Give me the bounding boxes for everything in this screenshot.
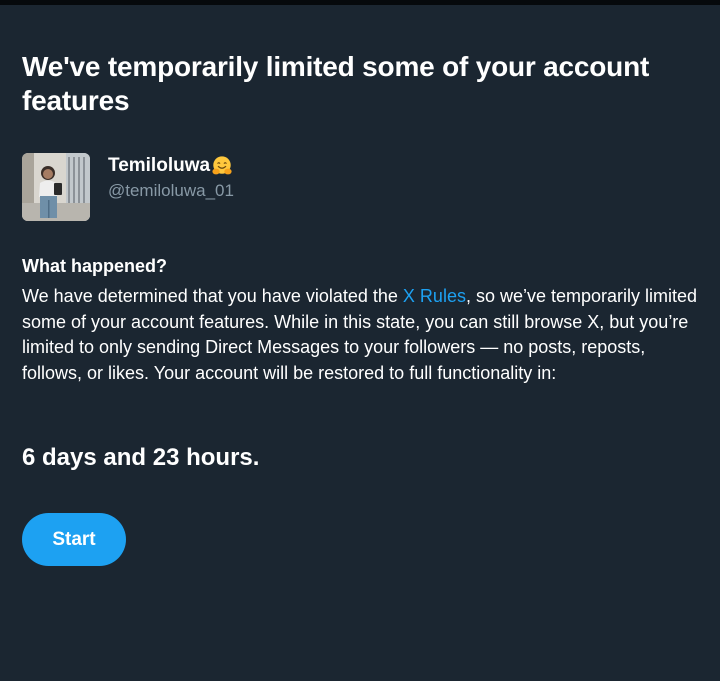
display-name: Temiloluwa — [108, 155, 211, 176]
start-button[interactable]: Start — [22, 513, 126, 566]
explanation-text-start: We have determined that you have violate… — [22, 286, 403, 306]
hugging-face-emoji-icon — [212, 156, 232, 175]
profile-photo-icon — [22, 153, 90, 221]
limited-account-screen: We've temporarily limited some of your a… — [0, 0, 720, 681]
what-happened-heading: What happened? — [22, 256, 167, 276]
avatar — [22, 153, 90, 221]
account-card: Temiloluwa @temiloluwa_01 — [22, 153, 234, 222]
restriction-duration: 6 days and 23 hours. — [22, 444, 260, 471]
account-info: Temiloluwa @temiloluwa_01 — [108, 155, 234, 201]
top-status-strip — [0, 0, 720, 5]
explanation-text: We have determined that you have violate… — [22, 284, 702, 386]
display-name-row: Temiloluwa — [108, 155, 234, 177]
account-handle: @temiloluwa_01 — [108, 181, 234, 200]
page-title: We've temporarily limited some of your a… — [22, 51, 650, 116]
x-rules-link[interactable]: X Rules — [403, 286, 466, 306]
